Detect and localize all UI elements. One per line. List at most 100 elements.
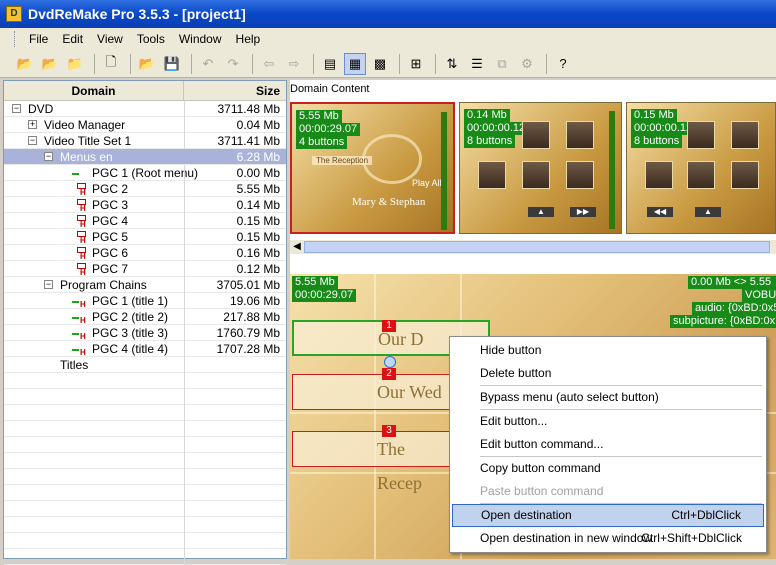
tree-size: 0.14 Mb <box>236 198 280 212</box>
menu-button-3[interactable]: The Recep <box>292 431 452 493</box>
menu-button-2[interactable]: Our Wed <box>292 374 452 410</box>
title-bar: D DvdReMake Pro 3.5.3 - [project1] <box>0 0 776 28</box>
app-icon[interactable]: D <box>6 6 22 22</box>
menu-item-copy-button-command[interactable]: Copy button command <box>452 457 764 480</box>
chapter-thumbnail <box>522 121 550 149</box>
column-domain[interactable]: Domain <box>4 81 184 100</box>
list-view-icon[interactable]: ▤ <box>319 53 341 75</box>
back-icon[interactable]: ⇦ <box>258 53 280 75</box>
menu-help[interactable]: Help <box>230 30 267 48</box>
forward-icon[interactable]: ⇨ <box>283 53 305 75</box>
collapse-icon[interactable]: − <box>44 152 53 161</box>
tree-row-titles[interactable]: Titles <box>4 357 286 373</box>
menu-file[interactable]: File <box>23 30 54 48</box>
menu-item-bypass-menu[interactable]: Bypass menu (auto select button) <box>452 386 764 409</box>
collapse-icon[interactable]: − <box>44 280 53 289</box>
tree-row-video-manager[interactable]: + Video Manager 0.04 Mb <box>4 117 286 133</box>
menu-view[interactable]: View <box>91 30 129 48</box>
tree-label: Video Title Set 1 <box>44 134 132 148</box>
tree-row-title-pgc-1[interactable]: H PGC 1 (title 1) 19.06 Mb <box>4 293 286 309</box>
menu-thumbnail-2[interactable]: 0.14 Mb 00:00:00.12 8 buttons ▲ ▶▶ <box>459 102 622 234</box>
menu-item-hide-button[interactable]: Hide button <box>452 339 764 362</box>
menu-item-open-destination[interactable]: Open destination Ctrl+DblClick <box>452 504 764 527</box>
open-dvd-icon[interactable]: 📂 <box>39 53 61 75</box>
tree-row-menus-en[interactable]: − Menus en 6.28 Mb <box>4 149 286 165</box>
menu-pgc-icon: H <box>72 183 86 197</box>
tree-row-pgc-1-root[interactable]: PGC 1 (Root menu) 0.00 Mb <box>4 165 286 181</box>
window-title: DvdReMake Pro 3.5.3 - [project1] <box>28 6 246 22</box>
redo-icon[interactable]: ↷ <box>222 53 244 75</box>
open-project-icon[interactable]: 📂 <box>14 53 36 75</box>
domain-icon[interactable]: ⊞ <box>405 53 427 75</box>
tree-empty-row <box>4 549 286 565</box>
column-divider <box>184 133 185 149</box>
thumb-view-icon[interactable]: ▦ <box>344 52 366 75</box>
save-icon[interactable]: 💾 <box>161 53 183 75</box>
thumb-time: 00:00:00.12 <box>631 122 696 135</box>
menu-button-text: Our Wed <box>377 382 442 402</box>
tree-label: PGC 4 (title 4) <box>92 342 169 356</box>
tree-label: PGC 2 <box>92 182 129 196</box>
undo-icon[interactable]: ↶ <box>197 53 219 75</box>
help-icon[interactable]: ? <box>552 53 574 75</box>
expand-icon[interactable]: + <box>28 120 37 129</box>
collapse-icon[interactable]: − <box>28 136 37 145</box>
tree-row-pgc-7[interactable]: H PGC 7 0.12 Mb <box>4 261 286 277</box>
menu-tools[interactable]: Tools <box>131 30 171 48</box>
column-size[interactable]: Size <box>184 81 286 100</box>
thumb-size: 0.14 Mb <box>464 109 510 122</box>
tree-row-pgc-4[interactable]: H PGC 4 0.15 Mb <box>4 213 286 229</box>
tree-size: 0.15 Mb <box>236 230 280 244</box>
menu-item-paste-button-command[interactable]: Paste button command <box>452 480 764 503</box>
settings-icon[interactable]: ⚙ <box>516 53 538 75</box>
tree-size: 0.00 Mb <box>236 166 280 180</box>
tree-row-title-pgc-4[interactable]: H PGC 4 (title 4) 1707.28 Mb <box>4 341 286 357</box>
tree-row-dvd[interactable]: − DVD 3711.48 Mb <box>4 101 286 117</box>
chapter-thumbnail <box>566 121 594 149</box>
tree-row-video-title-set[interactable]: − Video Title Set 1 3711.41 Mb <box>4 133 286 149</box>
tree-row-pgc-5[interactable]: H PGC 5 0.15 Mb <box>4 229 286 245</box>
tree-size: 217.88 Mb <box>223 310 280 324</box>
tree-empty-row <box>4 453 286 469</box>
tree-label: PGC 5 <box>92 230 129 244</box>
properties-icon[interactable]: ☰ <box>466 53 488 75</box>
menu-thumbnail-3[interactable]: 0.15 Mb 00:00:00.12 8 buttons ◀◀ ▲ <box>626 102 776 234</box>
tree-row-pgc-2[interactable]: H PGC 2 5.55 Mb <box>4 181 286 197</box>
tree-row-title-pgc-2[interactable]: H PGC 2 (title 2) 217.88 Mb <box>4 309 286 325</box>
thumb-caption-play: Play All <box>412 178 442 188</box>
toolbar-grip[interactable] <box>14 31 17 47</box>
menu-thumbnail-1[interactable]: 5.55 Mb 00:00:29.07 4 buttons Play All T… <box>290 102 455 234</box>
scrollbar-thumb[interactable] <box>304 241 770 253</box>
close-project-icon[interactable]: 📁 <box>64 53 86 75</box>
column-divider <box>184 165 185 181</box>
open-folder-icon[interactable]: 📂 <box>136 53 158 75</box>
button-link-icon[interactable] <box>384 356 396 368</box>
thumb-buttons: 8 buttons <box>631 135 683 148</box>
thumbnail-scrollbar[interactable]: ◀ <box>290 240 776 254</box>
toolbar: 📂 📂 📁 🗋 📂 💾 ↶ ↷ ⇦ ⇨ ▤ ▦ ▩ ⊞ ⇅ ☰ ⧉ ⚙ ? <box>0 50 776 78</box>
thumb-size: 0.15 Mb <box>631 109 677 122</box>
menu-window[interactable]: Window <box>173 30 228 48</box>
menu-item-delete-button[interactable]: Delete button <box>452 362 764 385</box>
scroll-left-icon[interactable]: ◀ <box>290 240 304 254</box>
menu-item-edit-button-command[interactable]: Edit button command... <box>452 433 764 456</box>
menu-edit[interactable]: Edit <box>56 30 89 48</box>
tree-row-pgc-6[interactable]: H PGC 6 0.16 Mb <box>4 245 286 261</box>
menu-item-edit-button[interactable]: Edit button... <box>452 410 764 433</box>
column-divider <box>184 277 185 293</box>
tree-row-title-pgc-3[interactable]: H PGC 3 (title 3) 1760.79 Mb <box>4 325 286 341</box>
copy-icon[interactable]: ⧉ <box>491 53 513 75</box>
tree-label: PGC 1 (Root menu) <box>92 166 199 180</box>
tree-size: 0.04 Mb <box>236 118 280 132</box>
sort-icon[interactable]: ⇅ <box>441 53 463 75</box>
button-number-badge: 3 <box>382 425 396 437</box>
button-context-menu: Hide button Delete button Bypass menu (a… <box>449 336 767 553</box>
tree-row-program-chains[interactable]: − Program Chains 3705.01 Mb <box>4 277 286 293</box>
menu-item-open-destination-new-window[interactable]: Open destination in new window Ctrl+Shif… <box>452 527 764 550</box>
color-icon[interactable]: ▩ <box>369 53 391 75</box>
collapse-icon[interactable]: − <box>12 104 21 113</box>
chapter-thumbnail <box>645 161 673 189</box>
new-icon[interactable]: 🗋 <box>100 53 122 75</box>
title-pgc-icon: H <box>72 295 86 309</box>
tree-row-pgc-3[interactable]: H PGC 3 0.14 Mb <box>4 197 286 213</box>
